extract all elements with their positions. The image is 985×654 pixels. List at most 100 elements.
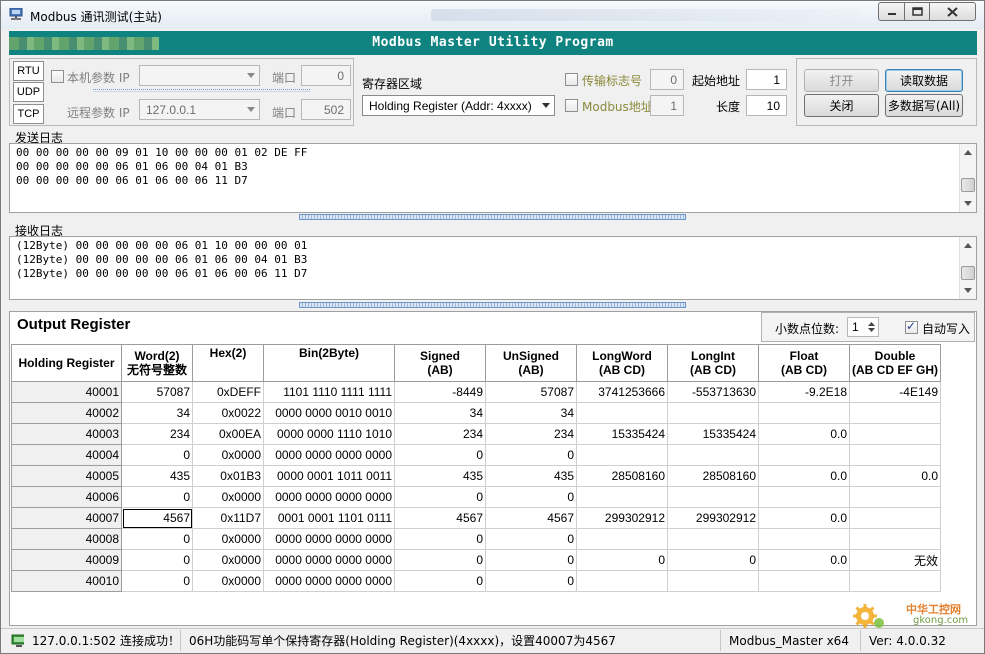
- register-value-cell[interactable]: 0001 0001 1101 0111: [263, 507, 395, 529]
- maximize-button[interactable]: [904, 2, 930, 21]
- register-value-cell[interactable]: [576, 570, 668, 592]
- register-value-cell[interactable]: 0000 0000 0000 0000: [263, 444, 395, 466]
- register-value-cell[interactable]: 57087: [485, 381, 577, 403]
- register-value-cell[interactable]: 28508160: [667, 465, 759, 487]
- register-value-cell[interactable]: 无效: [849, 549, 941, 571]
- register-value-cell[interactable]: [576, 486, 668, 508]
- register-value-cell[interactable]: 0000 0000 1110 1010: [263, 423, 395, 445]
- register-value-cell[interactable]: 34: [121, 402, 193, 424]
- remote-port-field[interactable]: 502: [301, 99, 351, 120]
- table-row[interactable]: 40001 57087 0xDEFF 1101 1110 1111 1111 -8449…: [11, 381, 941, 403]
- table-row[interactable]: 40010 0 0x0000 0000 0000 0000 0000 0 0: [11, 570, 941, 592]
- register-value-cell[interactable]: 0x0022: [192, 402, 264, 424]
- protocol-rtu-button[interactable]: RTU: [13, 61, 44, 81]
- register-value-cell[interactable]: 0: [121, 444, 193, 466]
- register-value-cell[interactable]: 0.0: [758, 423, 850, 445]
- table-row[interactable]: 40005 435 0x01B3 0000 0001 1011 0011 435 435 2…: [11, 465, 941, 487]
- scroll-thumb[interactable]: [961, 178, 975, 192]
- register-value-cell[interactable]: 0: [394, 549, 486, 571]
- remote-ip-select[interactable]: 127.0.0.1: [139, 99, 260, 120]
- register-value-cell[interactable]: 234: [394, 423, 486, 445]
- table-row[interactable]: 40004 0 0x0000 0000 0000 0000 0000 0 0: [11, 444, 941, 466]
- send-log-scrollbar[interactable]: [959, 144, 976, 212]
- register-value-cell[interactable]: 0x00EA: [192, 423, 264, 445]
- register-value-cell[interactable]: 0: [485, 570, 577, 592]
- register-value-cell[interactable]: 0000 0000 0000 0000: [263, 528, 395, 550]
- read-data-button[interactable]: 读取数据: [885, 69, 963, 92]
- register-value-cell[interactable]: -4E149: [849, 381, 941, 403]
- register-value-cell[interactable]: 435: [121, 465, 193, 487]
- transfer-flag-checkbox[interactable]: [565, 73, 578, 86]
- register-value-cell[interactable]: 0x0000: [192, 570, 264, 592]
- register-value-cell[interactable]: -9.2E18: [758, 381, 850, 403]
- table-row[interactable]: 40008 0 0x0000 0000 0000 0000 0000 0 0: [11, 528, 941, 550]
- register-value-cell[interactable]: 0xDEFF: [192, 381, 264, 403]
- recv-log-scrollbar[interactable]: [959, 237, 976, 299]
- register-value-cell[interactable]: [849, 402, 941, 424]
- length-field[interactable]: 10: [746, 95, 787, 116]
- table-row[interactable]: 40009 0 0x0000 0000 0000 0000 0000 0 0 0 0 0.0 无效: [11, 549, 941, 571]
- register-value-cell[interactable]: 0x0000: [192, 549, 264, 571]
- protocol-udp-button[interactable]: UDP: [13, 82, 44, 102]
- register-value-cell[interactable]: 0.0: [758, 507, 850, 529]
- register-value-cell[interactable]: 0.0: [849, 465, 941, 487]
- recv-log-box[interactable]: (12Byte) 00 00 00 00 00 06 01 10 00 00 0…: [9, 236, 977, 300]
- auto-write-checkbox[interactable]: [905, 319, 918, 334]
- register-value-cell[interactable]: 34: [394, 402, 486, 424]
- close-window-button[interactable]: [929, 2, 976, 21]
- register-value-cell[interactable]: [667, 402, 759, 424]
- register-value-cell[interactable]: 299302912: [576, 507, 668, 529]
- scroll-thumb[interactable]: [961, 266, 975, 280]
- register-value-cell[interactable]: [576, 402, 668, 424]
- register-value-cell[interactable]: 0: [121, 549, 193, 571]
- register-value-cell[interactable]: [758, 444, 850, 466]
- register-value-cell[interactable]: 299302912: [667, 507, 759, 529]
- table-row[interactable]: 40003 234 0x00EA 0000 0000 1110 1010 234 234 1…: [11, 423, 941, 445]
- register-value-cell[interactable]: 0x0000: [192, 528, 264, 550]
- register-value-cell[interactable]: 4567: [121, 507, 193, 529]
- register-value-cell[interactable]: 15335424: [667, 423, 759, 445]
- register-value-cell[interactable]: 0: [667, 549, 759, 571]
- modbus-addr-field[interactable]: 1: [650, 95, 684, 116]
- register-value-cell[interactable]: 0: [121, 528, 193, 550]
- register-value-cell[interactable]: [667, 570, 759, 592]
- register-value-cell[interactable]: 15335424: [576, 423, 668, 445]
- register-value-cell[interactable]: 0x0000: [192, 486, 264, 508]
- register-value-cell[interactable]: [849, 444, 941, 466]
- open-button[interactable]: 打开: [804, 69, 879, 92]
- register-value-cell[interactable]: [849, 528, 941, 550]
- register-value-cell[interactable]: 0: [394, 444, 486, 466]
- minimize-button[interactable]: [878, 2, 905, 21]
- register-value-cell[interactable]: 435: [485, 465, 577, 487]
- register-value-cell[interactable]: [849, 423, 941, 445]
- register-value-cell[interactable]: 34: [485, 402, 577, 424]
- register-value-cell[interactable]: 0: [394, 570, 486, 592]
- local-params-checkbox[interactable]: [51, 70, 64, 83]
- register-value-cell[interactable]: 0000 0001 1011 0011: [263, 465, 395, 487]
- register-value-cell[interactable]: 0: [485, 444, 577, 466]
- close-button[interactable]: 关闭: [804, 94, 879, 117]
- register-value-cell[interactable]: 0x0000: [192, 444, 264, 466]
- register-value-cell[interactable]: 0000 0000 0010 0010: [263, 402, 395, 424]
- register-value-cell[interactable]: 0: [485, 549, 577, 571]
- register-value-cell[interactable]: 0: [121, 570, 193, 592]
- register-value-cell[interactable]: [667, 486, 759, 508]
- decimal-places-spinner[interactable]: 1: [847, 317, 879, 337]
- table-row[interactable]: 40007 4567 0x11D7 0001 0001 1101 0111 4567 45…: [11, 507, 941, 529]
- register-value-cell[interactable]: [667, 528, 759, 550]
- register-value-cell[interactable]: 0: [394, 486, 486, 508]
- modbus-addr-checkbox[interactable]: [565, 99, 578, 112]
- register-value-cell[interactable]: [849, 486, 941, 508]
- register-value-cell[interactable]: 435: [394, 465, 486, 487]
- register-value-cell[interactable]: 0x11D7: [192, 507, 264, 529]
- register-area-select[interactable]: Holding Register (Addr: 4xxxx): [362, 95, 555, 116]
- register-value-cell[interactable]: [758, 402, 850, 424]
- register-value-cell[interactable]: 3741253666: [576, 381, 668, 403]
- register-value-cell[interactable]: 0: [576, 549, 668, 571]
- recv-log-splitter[interactable]: [299, 302, 686, 308]
- register-value-cell[interactable]: 1101 1110 1111 1111: [263, 381, 395, 403]
- register-value-cell[interactable]: 4567: [394, 507, 486, 529]
- register-value-cell[interactable]: 0: [485, 528, 577, 550]
- register-value-cell[interactable]: [758, 486, 850, 508]
- register-value-cell[interactable]: [576, 444, 668, 466]
